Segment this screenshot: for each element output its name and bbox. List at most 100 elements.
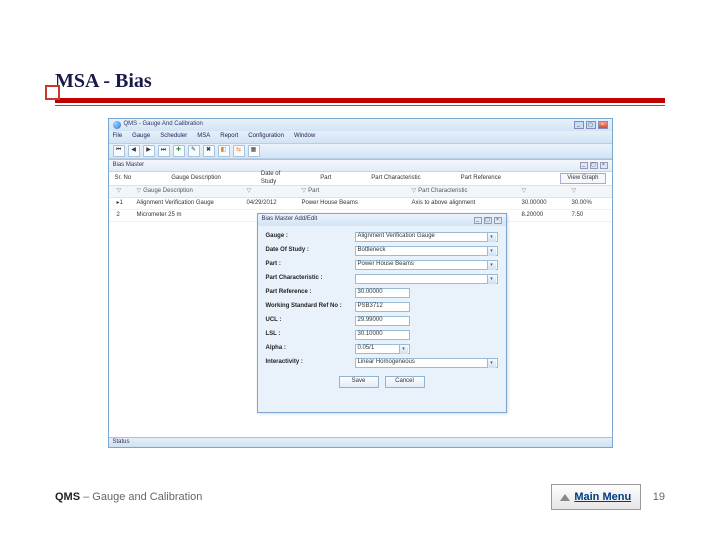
subwindow-title: Bias Master: [113, 162, 145, 170]
label-date: Date Of Study :: [266, 247, 351, 255]
cell-ref: 8.20000: [522, 210, 572, 221]
input-partchar[interactable]: ▾: [355, 274, 498, 284]
sub-minimize-icon[interactable]: _: [580, 162, 588, 169]
header-partchar: Part Characteristic: [371, 175, 420, 183]
label-wsr: Working Standard Ref No :: [266, 303, 351, 311]
input-date[interactable]: Bottleneck▾: [355, 246, 498, 256]
cell-pct: 7.50: [572, 210, 612, 221]
minimize-icon[interactable]: _: [574, 121, 584, 129]
arrow-up-icon: [560, 494, 570, 501]
label-partchar: Part Characteristic :: [266, 275, 351, 283]
cell-pct: 30.00%: [572, 198, 612, 209]
cell-date: 04/29/2012: [247, 198, 302, 209]
menu-window[interactable]: Window: [294, 133, 315, 141]
menu-scheduler[interactable]: Scheduler: [160, 133, 187, 141]
close-icon[interactable]: ×: [598, 121, 608, 129]
menu-report[interactable]: Report: [220, 133, 238, 141]
cell-sr: 2: [117, 212, 120, 220]
chevron-down-icon[interactable]: ▾: [487, 233, 496, 242]
sub-close-icon[interactable]: ×: [600, 162, 608, 169]
menu-configuration[interactable]: Configuration: [248, 133, 284, 141]
status-text: Status: [113, 439, 130, 447]
chevron-down-icon[interactable]: ▾: [399, 345, 408, 354]
label-ucl: UCL :: [266, 317, 351, 325]
decorative-marker: [45, 85, 60, 100]
filter-icon[interactable]: ▽: [412, 188, 417, 196]
footer-text: QMS – Gauge and Calibration: [55, 491, 202, 503]
slide-footer: QMS – Gauge and Calibration Main Menu 19: [55, 484, 665, 510]
thin-divider: [55, 105, 665, 106]
filter-icon[interactable]: ▽: [247, 188, 252, 196]
chevron-down-icon[interactable]: ▾: [487, 247, 496, 256]
cancel-button[interactable]: Cancel: [385, 376, 425, 388]
cell-part: Power House Beams: [302, 198, 412, 209]
chevron-down-icon[interactable]: ▾: [487, 275, 496, 284]
cell-char: Axis to above alignment: [412, 198, 522, 209]
input-alpha[interactable]: 0.05/1▾: [355, 344, 410, 354]
chevron-down-icon[interactable]: ▾: [487, 359, 496, 368]
label-partref: Part Reference :: [266, 289, 351, 297]
status-bar: Status: [109, 437, 612, 447]
label-lsl: LSL :: [266, 331, 351, 339]
table-row[interactable]: ▸ 1 Alignment Verification Gauge 04/29/2…: [109, 198, 612, 210]
nav-next-icon[interactable]: ▶: [143, 145, 155, 157]
input-part[interactable]: Power House Beams▾: [355, 260, 498, 270]
tool-orange-icon[interactable]: ◧: [218, 145, 230, 157]
filter-icon[interactable]: ▽: [302, 188, 307, 196]
calendar-icon[interactable]: ▦: [248, 145, 260, 157]
col-part: Part: [308, 188, 319, 196]
window-titlebar: QMS - Gauge And Calibration _ ▢ ×: [109, 119, 612, 131]
main-menu-label: Main Menu: [574, 491, 631, 503]
edit-icon[interactable]: ✎: [188, 145, 200, 157]
header-part: Part: [320, 175, 331, 183]
dlg-maximize-icon[interactable]: ▢: [484, 217, 492, 224]
delete-icon[interactable]: ✖: [203, 145, 215, 157]
header-study: Study: [261, 179, 276, 185]
input-wsr[interactable]: PSB3712: [355, 302, 410, 312]
app-window: QMS - Gauge And Calibration _ ▢ × File G…: [108, 118, 613, 448]
sub-maximize-icon[interactable]: ▢: [590, 162, 598, 169]
grid-column-headers: ▽ ▽Gauge Description ▽ ▽Part ▽Part Chara…: [109, 186, 612, 198]
label-inter: Interactivity :: [266, 359, 351, 367]
header-gaugedesc: Gauge Description: [171, 175, 221, 183]
tool-swap-icon[interactable]: ⇆: [233, 145, 245, 157]
input-lsl[interactable]: 30.10000: [355, 330, 410, 340]
filter-icon[interactable]: ▽: [117, 188, 122, 196]
col-gauge: Gauge Description: [143, 188, 193, 196]
header-partref: Part Reference: [461, 175, 501, 183]
cell-gauge: Micrometer 25 m: [137, 210, 247, 221]
bias-edit-dialog: Bias Master Add/Edit _ ▢ × Gauge : Alignm…: [257, 213, 507, 413]
label-alpha: Alpha :: [266, 345, 351, 353]
menu-file[interactable]: File: [113, 133, 123, 141]
page-number: 19: [653, 491, 665, 503]
menu-msa[interactable]: MSA: [197, 133, 210, 141]
input-ucl[interactable]: 29.99000: [355, 316, 410, 326]
dlg-minimize-icon[interactable]: _: [474, 217, 482, 224]
header-srno: Sr. No: [115, 175, 132, 183]
view-graph-button[interactable]: View Graph: [560, 173, 605, 185]
filter-icon[interactable]: ▽: [572, 188, 577, 196]
nav-last-icon[interactable]: ⏭: [158, 145, 170, 157]
filter-icon[interactable]: ▽: [137, 188, 142, 196]
cell-ref: 30.00000: [522, 198, 572, 209]
chevron-down-icon[interactable]: ▾: [487, 261, 496, 270]
nav-first-icon[interactable]: ⏮: [113, 145, 125, 157]
menu-gauge[interactable]: Gauge: [132, 133, 150, 141]
dialog-titlebar: Bias Master Add/Edit _ ▢ ×: [258, 214, 506, 226]
save-button[interactable]: Save: [339, 376, 379, 388]
header-date: Date of: [261, 171, 280, 177]
label-gauge: Gauge :: [266, 233, 351, 241]
input-gauge[interactable]: Alignment Verification Gauge▾: [355, 232, 498, 242]
input-inter[interactable]: Linear Homogeneous▾: [355, 358, 498, 368]
nav-prev-icon[interactable]: ◀: [128, 145, 140, 157]
dlg-close-icon[interactable]: ×: [494, 217, 502, 224]
add-icon[interactable]: ✚: [173, 145, 185, 157]
main-menu-button[interactable]: Main Menu: [551, 484, 641, 510]
filter-icon[interactable]: ▽: [522, 188, 527, 196]
maximize-icon[interactable]: ▢: [586, 121, 596, 129]
toolbar: ⏮ ◀ ▶ ⏭ ✚ ✎ ✖ ◧ ⇆ ▦: [109, 143, 612, 159]
cell-sr: 1: [120, 200, 123, 208]
input-partref[interactable]: 30.00000: [355, 288, 410, 298]
window-title: QMS - Gauge And Calibration: [124, 121, 203, 129]
thick-divider: [55, 98, 665, 103]
